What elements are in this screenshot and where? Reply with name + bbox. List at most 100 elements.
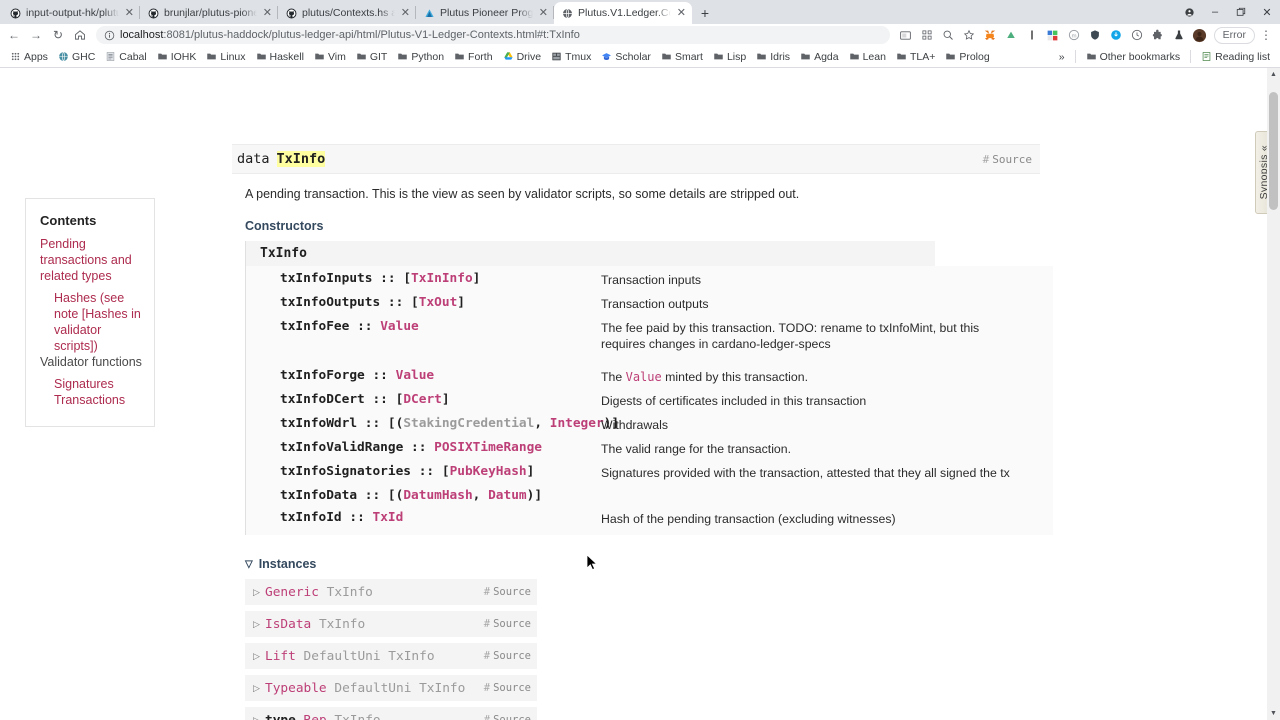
type-link-txout[interactable]: TxOut: [419, 295, 458, 310]
tab-close-icon[interactable]: ✕: [262, 8, 273, 19]
colorpick-icon[interactable]: [1043, 25, 1063, 45]
type-link-value[interactable]: Value: [396, 368, 435, 383]
type-link-txid[interactable]: TxId: [373, 510, 404, 525]
toc-item-transactions[interactable]: Transactions: [26, 392, 154, 408]
zoom-search-icon[interactable]: [938, 25, 958, 45]
type-link-datum[interactable]: Datum: [488, 488, 527, 503]
avatar-icon[interactable]: [1190, 25, 1210, 45]
instance-row-isdata[interactable]: ▷ IsData TxInfo #Source: [245, 611, 537, 637]
type-link-integer[interactable]: Integer: [550, 416, 604, 431]
forward-icon[interactable]: →: [26, 25, 46, 45]
tab-close-icon[interactable]: ✕: [124, 8, 135, 19]
scroll-down-arrow-icon[interactable]: ▼: [1267, 707, 1280, 720]
caret-right-icon[interactable]: ▷: [253, 683, 265, 694]
bookmark-drive[interactable]: Drive: [498, 48, 547, 66]
three-dot-menu-icon[interactable]: ⋮: [1256, 25, 1276, 45]
scroll-up-arrow-icon[interactable]: ▲: [1267, 68, 1280, 81]
back-icon[interactable]: ←: [4, 25, 24, 45]
browser-tab-2[interactable]: brunjlar/plutus-pioneer- ✕: [140, 2, 278, 24]
bookmark-iohk[interactable]: IOHK: [152, 48, 202, 66]
bookmark-agda[interactable]: Agda: [795, 48, 844, 66]
instance-source-link[interactable]: #Source: [484, 586, 531, 598]
bookmark-forth[interactable]: Forth: [449, 48, 498, 66]
type-link-stakingcredential[interactable]: StakingCredential: [403, 416, 534, 431]
browser-tab-4[interactable]: Plutus Pioneer Program ✕: [416, 2, 554, 24]
bookmark-git[interactable]: GIT: [351, 48, 393, 66]
download-blue-icon[interactable]: [1106, 25, 1126, 45]
browser-tab-1[interactable]: input-output-hk/plutus-p ✕: [2, 2, 140, 24]
error-status-button[interactable]: Error: [1214, 27, 1255, 44]
bookmark-tla[interactable]: TLA+: [891, 48, 940, 66]
reading-list-button[interactable]: Reading list: [1196, 48, 1275, 66]
page-scrollbar[interactable]: ▲ ▼: [1267, 68, 1280, 720]
bookmark-haskell[interactable]: Haskell: [251, 48, 309, 66]
bookmark-cabal[interactable]: Cabal: [100, 48, 151, 66]
type-link-value[interactable]: Value: [380, 319, 419, 334]
caret-right-icon[interactable]: ▷: [253, 715, 265, 720]
cast-icon[interactable]: [896, 25, 916, 45]
type-link-posixtimerange[interactable]: POSIXTimeRange: [434, 440, 542, 455]
tab-close-icon[interactable]: ✕: [538, 8, 549, 19]
instance-row-lift[interactable]: ▷ Lift DefaultUni TxInfo #Source: [245, 643, 537, 669]
bookmark-tmux[interactable]: Tmux: [546, 48, 596, 66]
instance-source-link[interactable]: #Source: [484, 714, 531, 720]
bookmark-vim[interactable]: Vim: [309, 48, 351, 66]
bookmark-idris[interactable]: Idris: [751, 48, 795, 66]
minimize-button[interactable]: –: [1202, 0, 1228, 24]
type-link-txininfo[interactable]: TxInInfo: [411, 271, 473, 286]
instance-row-rep[interactable]: ▷ type Rep TxInfo #Source: [245, 707, 537, 720]
reload-icon[interactable]: ↻: [48, 25, 68, 45]
toc-item-validator-functions[interactable]: Validator functions: [26, 354, 154, 370]
browser-tab-3[interactable]: plutus/Contexts.hs at ma ✕: [278, 2, 416, 24]
address-bar[interactable]: localhost:8081/plutus-haddock/plutus-led…: [96, 26, 890, 44]
bookmark-python[interactable]: Python: [392, 48, 449, 66]
qr-code-icon[interactable]: [917, 25, 937, 45]
a-triangle-icon[interactable]: [1001, 25, 1021, 45]
other-bookmarks-button[interactable]: Other bookmarks: [1081, 48, 1186, 66]
tab-close-icon[interactable]: ✕: [400, 8, 411, 19]
type-link-datumhash[interactable]: DatumHash: [403, 488, 472, 503]
instances-toggle[interactable]: ▽ Instances: [232, 535, 1040, 571]
profile-icon[interactable]: [1176, 0, 1202, 24]
type-link-dcert[interactable]: DCert: [403, 392, 442, 407]
caret-right-icon[interactable]: ▷: [253, 619, 265, 630]
puzzle-icon[interactable]: [1148, 25, 1168, 45]
toc-item-signatures[interactable]: Signatures: [26, 376, 154, 392]
type-link-value[interactable]: Value: [626, 370, 662, 384]
apps-shortcut[interactable]: Apps: [5, 48, 53, 66]
close-button[interactable]: ✕: [1254, 0, 1280, 24]
gray-circle-icon[interactable]: m: [1064, 25, 1084, 45]
bookmark-ghc[interactable]: GHC: [53, 48, 100, 66]
bookmark-lean[interactable]: Lean: [844, 48, 891, 66]
star-icon[interactable]: [959, 25, 979, 45]
i-bar-icon[interactable]: [1022, 25, 1042, 45]
new-tab-button[interactable]: +: [692, 2, 718, 24]
txinfo-source-link[interactable]: #Source: [983, 153, 1032, 166]
tab-close-icon[interactable]: ✕: [676, 8, 687, 19]
toc-item-hashes[interactable]: Hashes (see note [Hashes in validator sc…: [26, 290, 154, 354]
type-link-pubkeyhash[interactable]: PubKeyHash: [450, 464, 527, 479]
bookmark-smart[interactable]: Smart: [656, 48, 708, 66]
metamask-icon[interactable]: [980, 25, 1000, 45]
flask-icon[interactable]: [1169, 25, 1189, 45]
bookmark-linux[interactable]: Linux: [201, 48, 250, 66]
home-icon[interactable]: [70, 25, 90, 45]
github-icon: [148, 8, 159, 19]
toc-item-pending-transactions[interactable]: Pending transactions and related types: [26, 236, 154, 284]
bookmarks-overflow-button[interactable]: »: [1054, 48, 1070, 66]
shield-icon[interactable]: [1085, 25, 1105, 45]
instance-source-link[interactable]: #Source: [484, 618, 531, 630]
caret-right-icon[interactable]: ▷: [253, 587, 265, 598]
browser-tab-5-active[interactable]: Plutus.V1.Ledger.Contex ✕: [554, 2, 692, 24]
clock-icon[interactable]: [1127, 25, 1147, 45]
instance-source-link[interactable]: #Source: [484, 650, 531, 662]
maximize-button[interactable]: [1228, 0, 1254, 24]
instance-row-generic[interactable]: ▷ Generic TxInfo #Source: [245, 579, 537, 605]
instance-source-link[interactable]: #Source: [484, 682, 531, 694]
bookmark-lisp[interactable]: Lisp: [708, 48, 751, 66]
caret-right-icon[interactable]: ▷: [253, 651, 265, 662]
bookmark-prolog[interactable]: Prolog: [940, 48, 994, 66]
instance-row-typeable[interactable]: ▷ Typeable DefaultUni TxInfo #Source: [245, 675, 537, 701]
scrollbar-thumb[interactable]: [1269, 92, 1278, 210]
bookmark-scholar[interactable]: Scholar: [596, 48, 656, 66]
